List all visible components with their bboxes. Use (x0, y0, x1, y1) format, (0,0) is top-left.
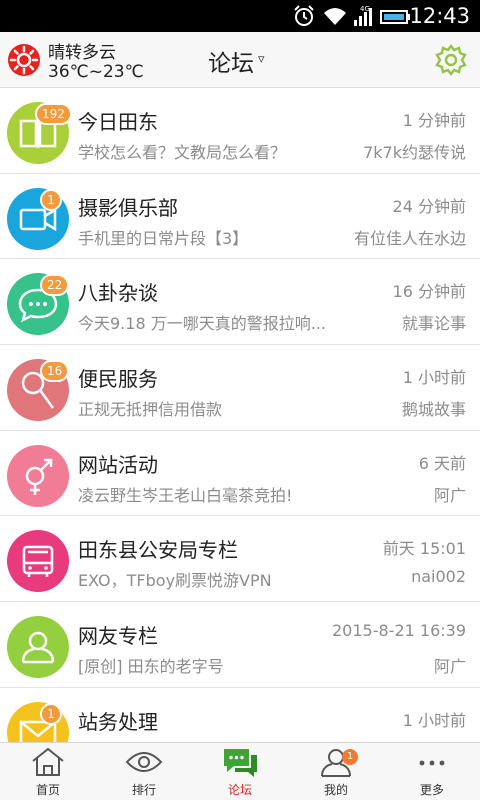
app-header: 晴转多云 36℃~23℃ 论坛 ▿ (0, 32, 480, 88)
forum-title: 田东县公安局专栏 (78, 538, 238, 563)
notification-badge: 1 (342, 749, 358, 765)
eye-icon (125, 752, 163, 772)
status-bar: 4G 12:43 (0, 0, 480, 32)
post-author: 阿广 (433, 657, 466, 677)
post-time: 1 小时前 (402, 368, 466, 388)
forum-row[interactable]: 22 八卦杂谈 今天9.18 万一哪天真的警报拉响... 16 分钟前 就事论事 (0, 259, 480, 346)
nav-label: 论坛 (227, 783, 252, 797)
latest-post-title: EXO，TFboy刷票悦游VPN (78, 571, 272, 591)
bottom-nav: 首页 排行 论坛 1 我的 更多 (0, 742, 480, 800)
unread-badge: 16 (40, 360, 70, 383)
latest-post-title: 今天9.18 万一哪天真的警报拉响... (78, 314, 326, 334)
post-author: 阿广 (433, 485, 466, 505)
post-time: 2015-8-21 16:39 (332, 621, 466, 641)
nav-profile[interactable]: 1 我的 (288, 743, 384, 800)
post-time: 24 分钟前 (392, 196, 466, 216)
gender-icon (25, 458, 53, 495)
forum-title: 便民服务 (78, 367, 158, 392)
nav-label: 排行 (131, 783, 156, 797)
forum-row[interactable]: 网站活动 凌云野生岑王老山白毫茶竞拍! 6 天前 阿广 (0, 430, 480, 517)
forum-title: 网友专栏 (78, 624, 158, 649)
latest-post-title: 正规无抵押信用借款 (78, 400, 223, 420)
wifi-icon (324, 8, 346, 25)
unread-badge: 192 (35, 103, 72, 125)
nav-label: 更多 (419, 783, 444, 797)
post-time: 1 小时前 (402, 710, 466, 730)
post-author: 有位佳人在水边 (353, 228, 466, 248)
forum-title: 今日田东 (78, 110, 158, 134)
forum-avatar (7, 444, 69, 507)
post-author: 鹅城故事 (401, 400, 466, 420)
nav-label: 我的 (323, 783, 348, 797)
alarm-icon (294, 5, 314, 26)
nav-ranking[interactable]: 排行 (96, 743, 192, 800)
home-icon (32, 747, 64, 776)
weather-temperature: 36℃~23℃ (48, 62, 144, 82)
user-icon (21, 631, 55, 664)
svg-text:4G: 4G (360, 5, 370, 13)
forum-row[interactable]: 网友专栏 [原创] 田东的老字号 2015-8-21 16:39 阿广 (0, 602, 480, 688)
forum-row[interactable]: 田东县公安局专栏 EXO，TFboy刷票悦游VPN 前天 15:01 nai00… (0, 516, 480, 603)
latest-post-title: 凌云野生岑王老山白毫茶竞拍! (78, 485, 293, 505)
more-dots-icon (419, 760, 445, 766)
post-author: 就事论事 (401, 314, 466, 334)
nav-forum[interactable]: 论坛 (192, 743, 288, 800)
forum-row[interactable]: 16 便民服务 正规无抵押信用借款 1 小时前 鹅城故事 (0, 345, 480, 431)
sun-icon[interactable] (7, 43, 41, 77)
post-time: 6 天前 (418, 453, 466, 473)
page-title[interactable]: 论坛 (208, 44, 254, 78)
post-time: 16 分钟前 (392, 282, 466, 302)
forum-avatar (7, 616, 69, 679)
battery-icon (380, 10, 410, 24)
nav-home[interactable]: 首页 (0, 743, 96, 800)
post-time: 1 分钟前 (402, 111, 466, 130)
unread-badge: 1 (40, 188, 62, 211)
nav-more[interactable]: 更多 (384, 743, 480, 800)
weather-description: 晴转多云 (48, 43, 116, 63)
forum-row[interactable]: 1 站务处理 1 小时前 (0, 687, 480, 742)
latest-post-title: 学校怎么看？文教局怎么看？ (78, 143, 287, 162)
signal-icon: 4G (354, 5, 372, 26)
clock: 12:43 (409, 4, 470, 28)
bus-icon (22, 546, 54, 578)
forum-avatar (7, 530, 69, 593)
unread-badge: 22 (40, 274, 70, 297)
unread-badge: 1 (40, 702, 62, 725)
forum-title: 八卦杂谈 (78, 281, 158, 306)
forum-row[interactable]: 192 今日田东 学校怎么看？文教局怎么看？ 1 分钟前 7k7k约瑟传说 (0, 88, 480, 174)
title-dropdown-caret-icon[interactable]: ▿ (258, 52, 265, 67)
nav-label: 首页 (35, 783, 60, 797)
gear-icon[interactable] (434, 43, 468, 77)
forum-title: 摄影俱乐部 (78, 195, 178, 220)
forum-row[interactable]: 1 摄影俱乐部 手机里的日常片段【3】 24 分钟前 有位佳人在水边 (0, 173, 480, 260)
post-author: nai002 (411, 567, 466, 587)
forum-list: 192 今日田东 学校怎么看？文教局怎么看？ 1 分钟前 7k7k约瑟传说 1 … (0, 88, 480, 742)
post-author: 7k7k约瑟传说 (363, 143, 466, 162)
forum-chat-icon (224, 749, 257, 777)
forum-title: 站务处理 (78, 709, 158, 734)
latest-post-title: [原创] 田东的老字号 (78, 657, 224, 677)
forum-title: 网站活动 (78, 452, 158, 477)
post-time: 前天 15:01 (382, 539, 466, 559)
latest-post-title: 手机里的日常片段【3】 (78, 228, 249, 248)
